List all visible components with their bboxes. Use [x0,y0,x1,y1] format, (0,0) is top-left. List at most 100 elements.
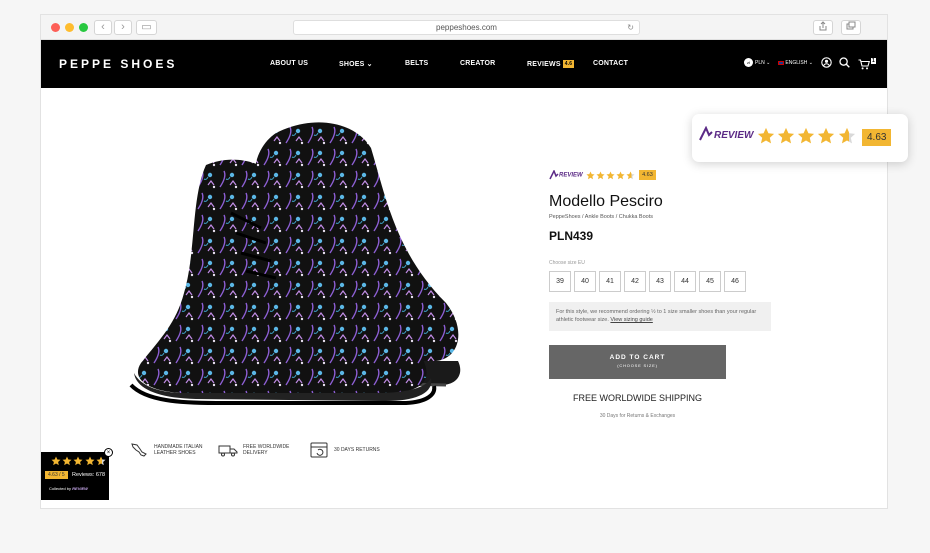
returns-box-icon [310,442,328,458]
popup-logo-text: REVIEW [714,130,754,141]
feature-returns: 30 DAYS RETURNS [309,441,380,459]
minimize-window-icon[interactable] [65,23,74,32]
nav-creator[interactable]: CREATOR [460,60,495,67]
widget-rating-stars [51,456,107,466]
add-to-cart-label: ADD TO CART [609,354,666,361]
size-option-46[interactable]: 46 [724,271,746,292]
sizing-guide-link[interactable]: View sizing guide [610,317,652,323]
add-to-cart-button[interactable]: ADD TO CART (CHOOSE SIZE) [549,345,726,379]
site-header: PEPPE SHOES ABOUT US SHOES ⌄ BELTS CREAT… [41,40,887,88]
popup-rating-score: 4.63 [862,129,892,146]
product-rating[interactable]: REVIEW 4.63 [549,169,656,180]
shipping-subtext: 30 Days for Returns & Exchanges [599,413,676,419]
browser-toolbar: ‹ › ▭ peppeshoes.com ↻ [41,15,887,40]
maximize-window-icon[interactable] [79,23,88,32]
size-option-42[interactable]: 42 [624,271,646,292]
feature-returns-line1: 30 DAYS RETURNS [334,447,380,453]
search-icon[interactable] [839,57,850,68]
star-icon [606,170,615,179]
feature-handmade-line2: LEATHER SHOES [154,450,196,456]
language-selector[interactable]: ENGLISH ⌄ [778,60,813,66]
size-option-44[interactable]: 44 [674,271,696,292]
cart-button[interactable]: 1 [858,57,880,70]
star-icon [798,127,815,144]
breadcrumb-separator: / [582,214,584,220]
currency-icon: zł [744,58,753,67]
browser-window: ‹ › ▭ peppeshoes.com ↻ PEPPE SHOES ABOUT… [41,15,887,508]
language-label: ENGLISH [785,60,808,66]
size-selector: 39 40 41 42 43 44 45 46 [549,271,746,292]
nav-shoes[interactable]: SHOES ⌄ [339,60,373,68]
star-icon [96,456,106,466]
size-option-43[interactable]: 43 [649,271,671,292]
size-option-39[interactable]: 39 [549,271,571,292]
widget-collected-by: Collected by REVIEW [49,486,88,491]
popup-review-logo: REVIEW [698,125,753,143]
address-bar[interactable]: peppeshoes.com ↻ [293,20,640,35]
star-icon [838,127,855,144]
popup-rating-stars [757,127,858,145]
widget-collected-logo: REVIEW [72,486,88,491]
star-icon [85,456,95,466]
share-icon [819,21,827,31]
cart-count-badge: 1 [871,58,876,64]
size-label: Choose size EU [549,260,585,266]
review-popup[interactable]: REVIEW 4.63 [692,114,908,162]
account-icon[interactable] [821,57,832,68]
star-icon [51,456,61,466]
nav-belts[interactable]: BELTS [405,60,428,67]
feature-handmade: HANDMADE ITALIAN LEATHER SHOES [129,441,203,459]
italy-map-icon [131,443,147,457]
currency-selector[interactable]: zł PLN ⌄ [744,58,770,67]
forward-button[interactable]: › [114,20,132,35]
nav-contact[interactable]: CONTACT [593,60,628,67]
cart-icon [858,59,871,70]
breadcrumb-item[interactable]: PeppeShoes [549,214,581,220]
star-icon [626,170,635,179]
reload-icon[interactable]: ↻ [627,21,634,35]
tabs-icon [846,21,856,30]
widget-collected-by-text: Collected by [49,486,72,491]
star-icon [62,456,72,466]
sizing-note-text: For this style, we recommend ordering ½ … [556,309,757,323]
nav-about-us[interactable]: ABOUT US [270,60,308,67]
breadcrumb-item[interactable]: Chukka Boots [619,214,653,220]
size-option-41[interactable]: 41 [599,271,621,292]
star-icon [596,170,605,179]
star-icon [818,127,835,144]
back-button[interactable]: ‹ [94,20,112,35]
uk-flag-icon [778,60,784,65]
star-icon [616,170,625,179]
chevron-down-icon: ⌄ [366,61,373,68]
shipping-heading: FREE WORLDWIDE SHIPPING [572,393,702,403]
delivery-truck-icon [218,445,238,457]
rating-score: 4.63 [639,170,656,180]
sizing-note: For this style, we recommend ordering ½ … [549,302,771,331]
star-icon [73,456,83,466]
star-icon [757,127,775,144]
widget-score: 4.63 / 5 [45,471,68,479]
nav-reviews-label: REVIEWS [527,61,561,68]
rating-stars [586,170,636,180]
nav-reviews[interactable]: REVIEWS 4.6 [527,60,575,68]
sidebar-toggle-button[interactable]: ▭ [136,20,157,35]
close-window-icon[interactable] [51,23,60,32]
share-button[interactable] [813,20,833,35]
review-logo-icon [549,169,559,180]
reviews-badge: 4.6 [562,60,575,68]
site-logo[interactable]: PEPPE SHOES [59,57,177,71]
size-option-45[interactable]: 45 [699,271,721,292]
tabs-button[interactable] [841,20,861,35]
review-logo-text: REVIEW [559,172,583,179]
product-image[interactable] [86,103,464,405]
feature-delivery-line2: DELIVERY [243,450,268,456]
feature-delivery: FREE WORLDWIDE DELIVERY [218,441,289,459]
breadcrumb-separator: / [615,214,618,220]
star-icon [586,170,595,179]
product-title: Modello Pesciro [549,193,663,210]
size-option-40[interactable]: 40 [574,271,596,292]
review-widget[interactable]: × 4.63 / 5 Reviews: 678 Collected by REV… [41,448,113,500]
star-icon [778,127,795,144]
breadcrumb-item[interactable]: Ankle Boots [585,214,614,220]
add-to-cart-sublabel: (CHOOSE SIZE) [617,363,658,368]
